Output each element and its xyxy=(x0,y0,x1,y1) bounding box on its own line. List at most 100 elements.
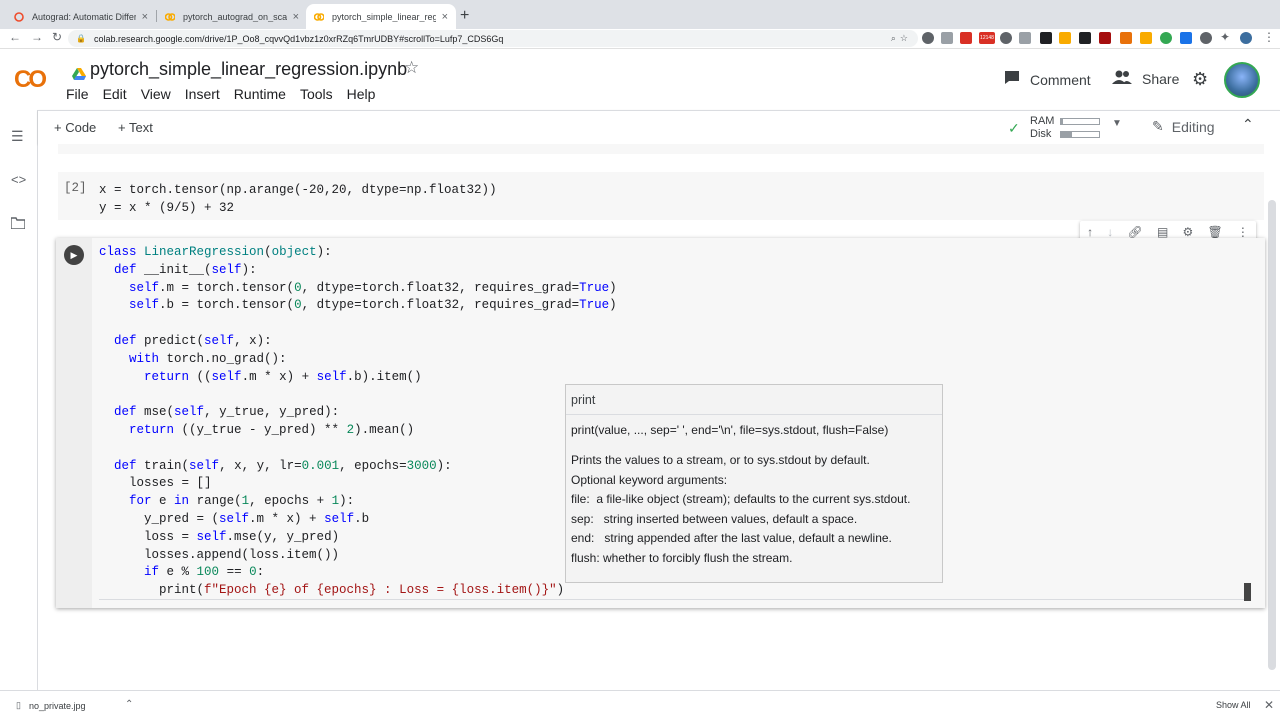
ram-label: RAM xyxy=(1030,115,1055,127)
colab-favicon-icon xyxy=(313,12,325,22)
close-icon[interactable]: ✕ xyxy=(1264,698,1274,712)
code-cell-2[interactable]: [2] x = torch.tensor(np.arange(-20,20, d… xyxy=(58,172,1264,220)
back-arrow-icon[interactable]: ← xyxy=(9,30,21,44)
browser-menu-icon[interactable]: ⋮ xyxy=(1263,30,1275,44)
comment-icon xyxy=(1004,70,1020,89)
code-snippets-icon[interactable]: <> xyxy=(11,172,26,187)
tooltip-function-name: print xyxy=(566,385,942,415)
add-code-button[interactable]: + Code xyxy=(54,120,96,135)
signature-help-tooltip: print print(value, ..., sep=' ', end='\n… xyxy=(565,384,943,583)
gear-icon: ⚙ xyxy=(1192,69,1209,89)
disk-bar xyxy=(1060,131,1100,138)
folder-icon[interactable] xyxy=(10,216,26,232)
new-tab-button[interactable]: + xyxy=(460,7,469,25)
chevron-down-icon[interactable]: ▼ xyxy=(1112,118,1122,129)
page-scrollbar[interactable] xyxy=(1268,200,1276,670)
tab-title: Autograd: Automatic Differentiati xyxy=(32,11,136,22)
menu-insert[interactable]: Insert xyxy=(185,86,230,102)
menu-file[interactable]: File xyxy=(66,86,99,102)
cell-code[interactable]: x = torch.tensor(np.arange(-20,20, dtype… xyxy=(99,181,497,217)
previous-cell-edge xyxy=(58,144,1264,154)
add-text-button[interactable]: + Text xyxy=(118,120,153,135)
colab-header: CO pytorch_simple_linear_regression.ipyn… xyxy=(0,50,1280,110)
colab-logo[interactable]: CO xyxy=(14,66,47,94)
extension-icon[interactable] xyxy=(1059,32,1071,44)
browser-tab-autograd-scalars[interactable]: pytorch_autograd_on_scalars.ip × xyxy=(157,4,307,29)
colab-favicon-icon xyxy=(164,12,176,22)
zoom-icon[interactable]: ⌕ xyxy=(891,33,896,44)
reload-icon[interactable]: ↻ xyxy=(52,30,62,44)
left-rail: ☰ <> xyxy=(0,110,38,690)
ram-bar xyxy=(1060,118,1100,125)
address-bar[interactable]: 🔒 colab.research.google.com/drive/1P_Oo8… xyxy=(68,30,918,47)
menu-runtime[interactable]: Runtime xyxy=(234,86,296,102)
lock-icon: 🔒 xyxy=(76,34,86,43)
profile-avatar-icon[interactable] xyxy=(1240,32,1252,44)
menu-edit[interactable]: Edit xyxy=(103,86,137,102)
tab-title: pytorch_simple_linear_regressio xyxy=(332,11,436,22)
editing-mode-button[interactable]: ✎ Editing xyxy=(1152,118,1215,135)
share-button[interactable]: Share xyxy=(1112,70,1179,88)
move-up-icon[interactable]: ↑ xyxy=(1087,225,1093,239)
extension-icon[interactable] xyxy=(922,32,934,44)
browser-tab-linear-regression[interactable]: pytorch_simple_linear_regressio × xyxy=(306,4,456,29)
notebook-name[interactable]: pytorch_simple_linear_regression.ipynb xyxy=(90,59,407,80)
bookmark-star-icon[interactable]: ☆ xyxy=(900,33,908,44)
extension-icon[interactable] xyxy=(1200,32,1212,44)
account-avatar[interactable] xyxy=(1224,62,1260,98)
pytorch-favicon-icon xyxy=(14,11,24,22)
menu-tools[interactable]: Tools xyxy=(300,86,343,102)
gear-icon[interactable]: ⚙ xyxy=(1182,225,1193,239)
download-item[interactable]: ▯ no_private.jpg xyxy=(16,700,86,711)
extension-badge[interactable]: 12148 xyxy=(979,32,995,44)
star-icon[interactable]: ☆ xyxy=(404,58,419,78)
link-icon[interactable]: 🔗︎ xyxy=(1128,225,1143,239)
extension-icon[interactable] xyxy=(1160,32,1172,44)
forward-arrow-icon[interactable]: → xyxy=(31,30,43,44)
extension-icon[interactable] xyxy=(1180,32,1192,44)
extension-icon[interactable] xyxy=(1040,32,1052,44)
people-icon xyxy=(1112,70,1132,88)
more-options-icon[interactable]: ⋮ xyxy=(1237,225,1249,239)
cell-gutter: ▶ xyxy=(56,238,92,608)
url-text: colab.research.google.com/drive/1P_Oo8_c… xyxy=(93,33,504,44)
collapse-header-icon[interactable]: ⌃ xyxy=(1242,116,1254,133)
extension-icon[interactable] xyxy=(1099,32,1111,44)
downloads-bar: ▯ no_private.jpg ⌃ Show All ✕ xyxy=(0,690,1280,720)
gmail-extension-icon[interactable] xyxy=(960,32,972,44)
trash-icon[interactable]: 🗑︎ xyxy=(1207,225,1222,239)
extension-icon[interactable] xyxy=(1019,32,1031,44)
check-icon: ✓ xyxy=(1008,120,1020,136)
comment-icon[interactable]: ▤ xyxy=(1157,225,1168,239)
menu-help[interactable]: Help xyxy=(347,86,386,102)
tab-close-icon[interactable]: × xyxy=(293,11,299,23)
browser-tab-autograd[interactable]: Autograd: Automatic Differentiati × xyxy=(6,4,156,29)
tooltip-signature: print(value, ..., sep=' ', end='\n', fil… xyxy=(571,423,889,437)
tab-close-icon[interactable]: × xyxy=(142,11,148,23)
address-row: ← → ↻ 🔒 colab.research.google.com/drive/… xyxy=(0,29,1280,49)
rss-extension-icon[interactable] xyxy=(1120,32,1132,44)
move-down-icon[interactable]: ↓ xyxy=(1107,225,1113,239)
extension-icon[interactable] xyxy=(1079,32,1091,44)
tooltip-docstring: Prints the values to a stream, or to sys… xyxy=(571,453,911,565)
pencil-icon: ✎ xyxy=(1152,118,1164,134)
notebook-toolbar: + Code + Text ✓ RAM Disk xyxy=(38,110,1280,144)
extension-icon[interactable] xyxy=(941,32,953,44)
cell-code[interactable]: class LinearRegression(object): def __in… xyxy=(99,244,617,600)
table-of-contents-icon[interactable]: ☰ xyxy=(11,128,24,145)
chevron-up-icon[interactable]: ⌃ xyxy=(125,699,133,710)
browser-tab-strip: Autograd: Automatic Differentiati × pyto… xyxy=(0,0,1280,29)
show-all-button[interactable]: Show All xyxy=(1216,700,1251,710)
tab-close-icon[interactable]: × xyxy=(442,11,448,23)
comment-button[interactable]: Comment xyxy=(1004,70,1091,89)
execution-count: [2] xyxy=(64,181,87,195)
run-cell-button[interactable]: ▶ xyxy=(64,245,84,265)
settings-button[interactable]: ⚙ xyxy=(1192,69,1218,90)
tab-title: pytorch_autograd_on_scalars.ip xyxy=(183,11,287,22)
extensions-puzzle-icon[interactable]: ✦ xyxy=(1220,30,1230,44)
cell-scrollbar[interactable] xyxy=(1244,583,1251,601)
extension-icon[interactable] xyxy=(1000,32,1012,44)
extension-icon[interactable] xyxy=(1140,32,1152,44)
notebook-title[interactable]: pytorch_simple_linear_regression.ipynb xyxy=(72,59,407,80)
menu-view[interactable]: View xyxy=(141,86,181,102)
